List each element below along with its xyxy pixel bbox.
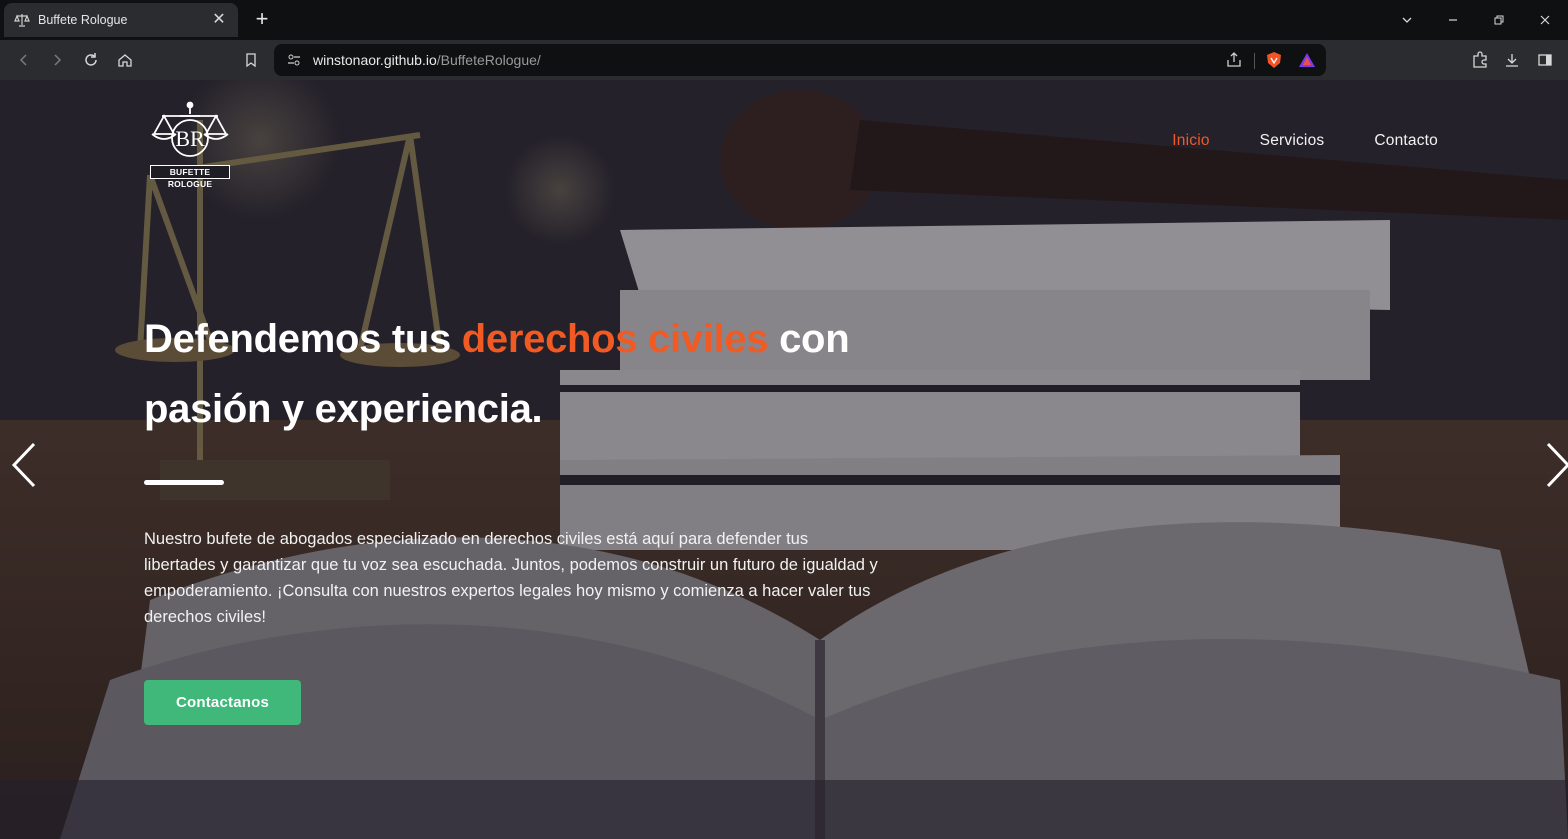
nav-link-servicios[interactable]: Servicios bbox=[1260, 132, 1325, 150]
headline-divider bbox=[144, 480, 224, 485]
tab-search-chevron-icon[interactable] bbox=[1384, 0, 1430, 40]
browser-tab[interactable]: Buffete Rologue ✕ bbox=[4, 3, 238, 37]
url-path: /BuffeteRologue/ bbox=[436, 52, 541, 68]
url-host: winstonaor.github.io bbox=[313, 52, 437, 68]
headline-part-1: Defendemos tus bbox=[144, 317, 462, 361]
tab-strip: Buffete Rologue ✕ + bbox=[0, 0, 1568, 40]
address-separator bbox=[1254, 53, 1255, 69]
home-icon[interactable] bbox=[113, 48, 137, 72]
logo-wordmark: BUFETTE ROLOGUE bbox=[150, 165, 230, 189]
back-icon[interactable] bbox=[12, 48, 36, 72]
tab-title: Buffete Rologue bbox=[38, 13, 128, 27]
scales-favicon-icon bbox=[14, 12, 30, 28]
hero-headline: Defendemos tus derechos civiles con pasi… bbox=[144, 304, 964, 444]
minimize-icon[interactable] bbox=[1430, 0, 1476, 40]
headline-highlight: derechos civiles bbox=[461, 317, 769, 361]
reload-icon[interactable] bbox=[79, 48, 103, 72]
brave-shield-icon[interactable] bbox=[1264, 50, 1284, 70]
nav-link-inicio[interactable]: Inicio bbox=[1172, 132, 1209, 150]
nav-link-contacto[interactable]: Contacto bbox=[1374, 132, 1438, 150]
window-controls bbox=[1384, 0, 1568, 40]
main-nav: Inicio Servicios Contacto bbox=[1122, 132, 1438, 150]
address-bar[interactable]: winstonaor.github.io/BuffeteRologue/ bbox=[274, 44, 1326, 76]
sidebar-icon[interactable] bbox=[1533, 48, 1557, 72]
hero-section: BR BUFETTE ROLOGUE Inicio Servicios Cont… bbox=[0, 80, 1568, 839]
hero-description: Nuestro bufete de abogados especializado… bbox=[144, 530, 878, 626]
new-tab-button[interactable]: + bbox=[250, 8, 274, 32]
close-window-icon[interactable] bbox=[1522, 0, 1568, 40]
site-info-icon[interactable] bbox=[286, 52, 302, 73]
browser-toolbar: winstonaor.github.io/BuffeteRologue/ bbox=[0, 40, 1568, 80]
contactanos-button[interactable]: Contactanos bbox=[144, 680, 301, 725]
chevron-left-icon[interactable] bbox=[9, 440, 39, 490]
restore-icon[interactable] bbox=[1476, 0, 1522, 40]
brave-rewards-icon[interactable] bbox=[1297, 50, 1317, 70]
close-tab-icon[interactable]: ✕ bbox=[210, 11, 228, 29]
extensions-icon[interactable] bbox=[1468, 48, 1492, 72]
downloads-icon[interactable] bbox=[1500, 48, 1524, 72]
share-icon[interactable] bbox=[1224, 50, 1244, 70]
hero-overlay bbox=[0, 80, 1568, 839]
url-text[interactable]: winstonaor.github.io/BuffeteRologue/ bbox=[313, 52, 541, 68]
bookmark-icon[interactable] bbox=[239, 48, 263, 72]
chevron-right-icon[interactable] bbox=[1543, 440, 1568, 490]
logo-monogram: BR bbox=[175, 126, 205, 151]
forward-icon[interactable] bbox=[45, 48, 69, 72]
